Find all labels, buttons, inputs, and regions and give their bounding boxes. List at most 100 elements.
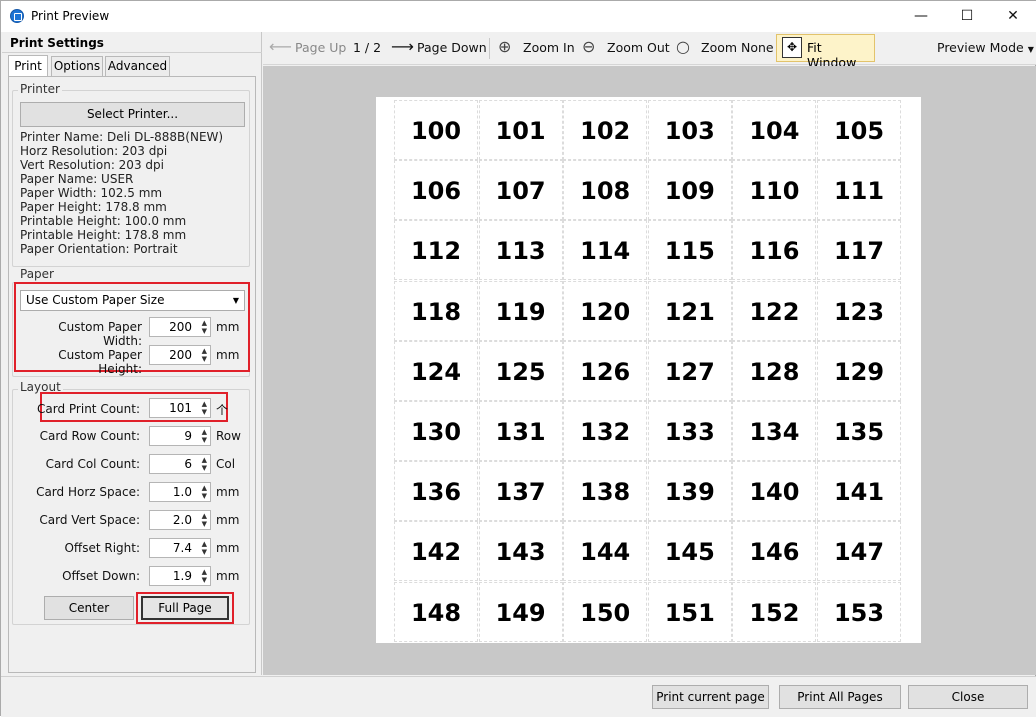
- custom-width-value: 200: [169, 320, 192, 334]
- card-print-count-value: 101: [169, 401, 192, 415]
- print-all-pages-button[interactable]: Print All Pages: [779, 685, 901, 709]
- close-button[interactable]: Close: [908, 685, 1028, 709]
- card-cell: 137: [478, 461, 563, 522]
- zoom-out-button[interactable]: Zoom Out: [607, 40, 670, 55]
- card-horz-space-spinner[interactable]: 1.0 ▲ ▼: [149, 482, 211, 502]
- card-vert-space-value: 2.0: [172, 513, 192, 527]
- card-cell: 142: [394, 521, 478, 582]
- offset-down-spinner[interactable]: 1.9 ▲ ▼: [149, 566, 211, 586]
- card-col-count-spinner[interactable]: 6 ▲ ▼: [149, 454, 211, 474]
- paper-orientation-info: Paper Orientation: Portrait: [20, 242, 178, 256]
- spinner-arrows-icon[interactable]: ▲ ▼: [202, 512, 207, 528]
- zoom-out-icon[interactable]: ⊖: [582, 37, 595, 56]
- custom-height-value: 200: [169, 348, 192, 362]
- card-cell: 121: [647, 280, 732, 341]
- paper-size-value: Use Custom Paper Size: [26, 293, 165, 307]
- paper-size-select[interactable]: Use Custom Paper Size ▼: [20, 290, 245, 311]
- printable-height-info: Printable Height: 100.0 mm: [20, 214, 187, 228]
- card-cell: 141: [817, 461, 901, 522]
- tab-advanced[interactable]: Advanced: [105, 56, 170, 77]
- card-cell: 133: [647, 401, 732, 461]
- zoom-none-icon[interactable]: ○: [676, 37, 690, 56]
- arrow-left-icon[interactable]: ⟵: [269, 37, 292, 56]
- page-down-button[interactable]: Page Down: [417, 40, 487, 55]
- page-indicator: 1 / 2: [353, 40, 382, 55]
- spinner-arrows-icon[interactable]: ▲ ▼: [202, 568, 207, 584]
- card-vert-space-spinner[interactable]: 2.0 ▲ ▼: [149, 510, 211, 530]
- custom-height-label: Custom Paper Height:: [58, 348, 142, 376]
- card-cell: 132: [563, 401, 648, 461]
- card-col-count-unit: Col: [216, 457, 236, 471]
- print-settings-panel: Print Settings Print Options Advanced Pr…: [2, 32, 262, 675]
- card-cell: 131: [478, 401, 563, 461]
- zoom-in-icon[interactable]: ⊕: [498, 37, 511, 56]
- arrow-right-icon[interactable]: ⟶: [391, 37, 414, 56]
- card-cell: 103: [647, 100, 732, 160]
- offset-right-value: 7.4: [172, 541, 192, 555]
- fit-window-icon: ✥: [782, 37, 802, 58]
- printable-height-info-2: Printable Height: 178.8 mm: [20, 228, 187, 242]
- card-cell: 128: [732, 340, 817, 401]
- footer-bar: Print current page Print All Pages Close: [1, 676, 1036, 717]
- card-cell: 126: [563, 340, 648, 401]
- close-window-button[interactable]: ✕: [990, 1, 1036, 32]
- preview-toolbar: ⟵ Page Up 1 / 2 ⟶ Page Down ⊕ Zoom In ⊖ …: [263, 32, 1036, 70]
- card-cell: 149: [478, 581, 563, 642]
- spinner-arrows-icon[interactable]: ▲ ▼: [202, 456, 207, 472]
- card-cell: 145: [647, 521, 732, 582]
- printer-group-label: Printer: [18, 82, 62, 96]
- card-cell: 122: [732, 280, 817, 341]
- card-cell: 108: [563, 160, 648, 221]
- spinner-arrows-icon[interactable]: ▲ ▼: [202, 428, 207, 444]
- custom-height-unit: mm: [216, 348, 240, 362]
- zoom-in-button[interactable]: Zoom In: [523, 40, 575, 55]
- spinner-arrows-icon[interactable]: ▲ ▼: [202, 319, 207, 335]
- paper-width-info: Paper Width: 102.5 mm: [20, 186, 163, 200]
- card-cell: 152: [732, 581, 817, 642]
- select-printer-button[interactable]: Select Printer...: [20, 102, 245, 127]
- card-cell: 120: [563, 280, 648, 341]
- card-cell: 146: [732, 521, 817, 582]
- preview-mode-dropdown[interactable]: Preview Mode ▼: [937, 40, 1034, 55]
- card-cell: 110: [732, 160, 817, 221]
- card-row-count-unit: Row: [216, 429, 241, 443]
- spinner-arrows-icon[interactable]: ▲ ▼: [202, 347, 207, 363]
- offset-right-spinner[interactable]: 7.4 ▲ ▼: [149, 538, 211, 558]
- offset-down-unit: mm: [216, 569, 240, 583]
- full-page-button[interactable]: Full Page: [141, 596, 229, 620]
- page-up-button[interactable]: Page Up: [295, 40, 346, 55]
- card-cell: 150: [563, 581, 648, 642]
- card-cell: 153: [817, 581, 901, 642]
- paper-name-info: Paper Name: USER: [20, 172, 134, 186]
- custom-width-spinner[interactable]: 200 ▲ ▼: [149, 317, 211, 337]
- card-cell: 130: [394, 401, 478, 461]
- card-cell: 138: [563, 461, 648, 522]
- maximize-button[interactable]: ☐: [944, 1, 990, 32]
- app-icon: [10, 9, 24, 23]
- spinner-arrows-icon[interactable]: ▲ ▼: [202, 540, 207, 556]
- card-cell: 101: [478, 100, 563, 160]
- card-cell: 124: [394, 340, 478, 401]
- card-cell: 118: [394, 280, 478, 341]
- spinner-arrows-icon[interactable]: ▲ ▼: [202, 400, 207, 416]
- tab-options[interactable]: Options: [51, 56, 103, 77]
- card-print-count-spinner[interactable]: 101 ▲ ▼: [149, 398, 211, 418]
- card-print-count-label: Card Print Count:: [37, 402, 140, 416]
- tab-print[interactable]: Print: [8, 55, 48, 77]
- print-current-page-button[interactable]: Print current page: [652, 685, 769, 709]
- card-cell: 115: [647, 220, 732, 281]
- vert-resolution-info: Vert Resolution: 203 dpi: [20, 158, 164, 172]
- minimize-button[interactable]: —: [898, 1, 944, 32]
- print-preview-window: Print Preview — ☐ ✕ Print Settings Print…: [0, 0, 1036, 717]
- zoom-none-button[interactable]: Zoom None: [701, 40, 774, 55]
- card-cell: 119: [478, 280, 563, 341]
- card-print-count-unit: 个: [216, 403, 229, 417]
- card-cell: 106: [394, 160, 478, 221]
- preview-canvas[interactable]: 100 101 102 103 104 105 106 107 108 109 110 111 112 1…: [263, 66, 1036, 675]
- paper-group-label: Paper: [18, 267, 56, 281]
- spinner-arrows-icon[interactable]: ▲ ▼: [202, 484, 207, 500]
- card-row-count-spinner[interactable]: 9 ▲ ▼: [149, 426, 211, 446]
- fit-window-button[interactable]: ✥ Fit Window: [776, 34, 875, 70]
- center-button[interactable]: Center: [44, 596, 134, 620]
- custom-height-spinner[interactable]: 200 ▲ ▼: [149, 345, 211, 365]
